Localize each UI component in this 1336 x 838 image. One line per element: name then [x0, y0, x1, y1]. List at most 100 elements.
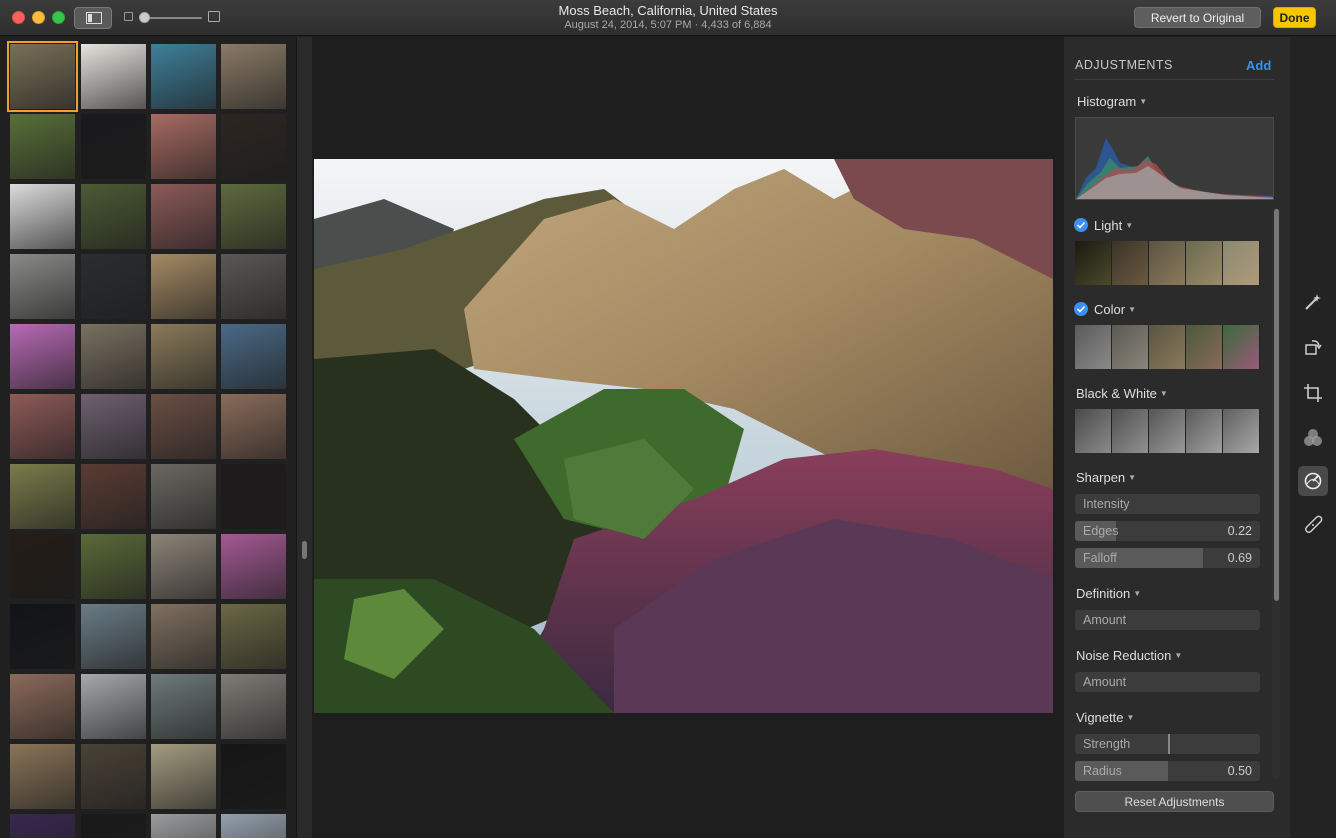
photo-thumbnail[interactable] — [10, 114, 75, 179]
photo-thumbnail[interactable] — [10, 324, 75, 389]
light-section-header[interactable]: Light ▼ — [1094, 218, 1133, 233]
definition-amount-label: Amount — [1083, 613, 1127, 627]
strength-slider[interactable]: Strength — [1075, 734, 1260, 754]
photo-thumbnail[interactable] — [81, 814, 146, 838]
chevron-down-icon: ▼ — [1128, 305, 1136, 314]
revert-to-original-button[interactable]: Revert to Original — [1134, 7, 1261, 28]
chevron-down-icon: ▼ — [1126, 713, 1135, 722]
photo-thumbnail[interactable] — [221, 814, 286, 838]
photo-thumbnail[interactable] — [221, 394, 286, 459]
photo-thumbnail[interactable] — [7, 41, 78, 112]
photo-thumbnail[interactable] — [10, 814, 75, 838]
sharpen-section-header[interactable]: Sharpen ▼ — [1076, 470, 1136, 485]
adjustments-scrollbar-thumb[interactable] — [1274, 209, 1279, 601]
color-section-header[interactable]: Color ▼ — [1094, 302, 1136, 317]
photo-thumbnail[interactable] — [151, 674, 216, 739]
strip-divider — [296, 37, 312, 838]
enhance-tool-button[interactable] — [1298, 287, 1328, 317]
photo-thumbnail[interactable] — [81, 114, 146, 179]
falloff-value: 0.69 — [1227, 551, 1252, 565]
photo-thumbnail[interactable] — [221, 534, 286, 599]
photo-thumbnail[interactable] — [221, 44, 286, 109]
photo-thumbnail[interactable] — [81, 254, 146, 319]
chevron-down-icon: ▼ — [1174, 651, 1183, 660]
light-label: Light — [1094, 218, 1123, 233]
black-white-filmstrip[interactable] — [1075, 409, 1260, 453]
photo-thumbnail[interactable] — [221, 604, 286, 669]
falloff-label: Falloff — [1083, 551, 1117, 565]
noise-reduction-section-header[interactable]: Noise Reduction ▼ — [1076, 648, 1182, 663]
photo-thumbnail[interactable] — [81, 744, 146, 809]
photo-thumbnail[interactable] — [10, 534, 75, 599]
photo-thumbnail[interactable] — [10, 254, 75, 319]
histogram-section-header[interactable]: Histogram ▼ — [1077, 94, 1147, 109]
light-filmstrip[interactable] — [1075, 241, 1260, 285]
vignette-section-header[interactable]: Vignette ▼ — [1076, 710, 1134, 725]
strip-resize-handle[interactable] — [302, 541, 307, 559]
black-white-section-header[interactable]: Black & White ▼ — [1076, 386, 1168, 401]
photo-thumbnail[interactable] — [151, 744, 216, 809]
retouch-tool-button[interactable] — [1298, 510, 1328, 540]
photo-thumbnail[interactable] — [151, 254, 216, 319]
color-label: Color — [1094, 302, 1126, 317]
photo-thumbnail[interactable] — [151, 114, 216, 179]
photo-thumbnail[interactable] — [81, 674, 146, 739]
photo-thumbnail[interactable] — [221, 464, 286, 529]
photo-thumbnail[interactable] — [151, 534, 216, 599]
falloff-slider[interactable]: Falloff 0.69 — [1075, 548, 1260, 568]
filters-tool-button[interactable] — [1298, 423, 1328, 453]
photo-thumbnail[interactable] — [221, 744, 286, 809]
definition-section-header[interactable]: Definition ▼ — [1076, 586, 1141, 601]
photo-thumbnail[interactable] — [151, 44, 216, 109]
histogram — [1075, 117, 1274, 200]
photo-thumbnail[interactable] — [151, 394, 216, 459]
photo-thumbnail[interactable] — [81, 394, 146, 459]
intensity-label: Intensity — [1083, 497, 1130, 511]
photo-thumbnail[interactable] — [81, 324, 146, 389]
photo-thumbnail[interactable] — [81, 184, 146, 249]
rotate-icon — [1305, 340, 1322, 355]
adjust-tool-button[interactable] — [1298, 466, 1328, 496]
magic-wand-icon — [1305, 294, 1321, 310]
photo-thumbnail[interactable] — [81, 44, 146, 109]
photo-thumbnail[interactable] — [221, 324, 286, 389]
photo-thumbnail[interactable] — [151, 324, 216, 389]
edges-slider[interactable]: Edges 0.22 — [1075, 521, 1260, 541]
photo-thumbnail[interactable] — [81, 604, 146, 669]
photo-thumbnail[interactable] — [151, 184, 216, 249]
title-bar: Moss Beach, California, United States Au… — [0, 0, 1336, 36]
reset-adjustments-button[interactable]: Reset Adjustments — [1075, 791, 1274, 812]
photo-thumbnail[interactable] — [10, 674, 75, 739]
rotate-tool-button[interactable] — [1298, 332, 1328, 362]
photo-thumbnail[interactable] — [151, 464, 216, 529]
adjustments-panel: ADJUSTMENTS Add Histogram ▼ Light ▼ Colo… — [1064, 37, 1290, 838]
main-photo[interactable] — [314, 159, 1053, 713]
photo-thumbnail[interactable] — [151, 814, 216, 838]
photo-thumbnail[interactable] — [221, 254, 286, 319]
photo-thumbnail[interactable] — [10, 744, 75, 809]
photo-thumbnail[interactable] — [81, 534, 146, 599]
radius-slider[interactable]: Radius 0.50 — [1075, 761, 1260, 781]
noise-amount-slider[interactable]: Amount — [1075, 672, 1260, 692]
intensity-slider[interactable]: Intensity — [1075, 494, 1260, 514]
photo-thumbnail[interactable] — [151, 604, 216, 669]
photo-thumbnail[interactable] — [10, 394, 75, 459]
photo-thumbnail[interactable] — [221, 184, 286, 249]
done-button[interactable]: Done — [1273, 7, 1316, 28]
photo-thumbnail[interactable] — [10, 184, 75, 249]
add-adjustment-button[interactable]: Add — [1246, 58, 1271, 73]
thumbnail-strip[interactable] — [0, 37, 296, 838]
photo-thumbnail[interactable] — [221, 674, 286, 739]
photo-thumbnail[interactable] — [10, 464, 75, 529]
light-enabled-checkbox[interactable] — [1074, 218, 1088, 232]
strength-slider-marker[interactable] — [1167, 734, 1170, 754]
crop-icon — [1304, 384, 1322, 402]
color-enabled-checkbox[interactable] — [1074, 302, 1088, 316]
color-filmstrip[interactable] — [1075, 325, 1260, 369]
retouch-icon — [1305, 515, 1323, 533]
photo-thumbnail[interactable] — [10, 604, 75, 669]
photo-thumbnail[interactable] — [81, 464, 146, 529]
crop-tool-button[interactable] — [1298, 378, 1328, 408]
photo-thumbnail[interactable] — [221, 114, 286, 179]
definition-amount-slider[interactable]: Amount — [1075, 610, 1260, 630]
